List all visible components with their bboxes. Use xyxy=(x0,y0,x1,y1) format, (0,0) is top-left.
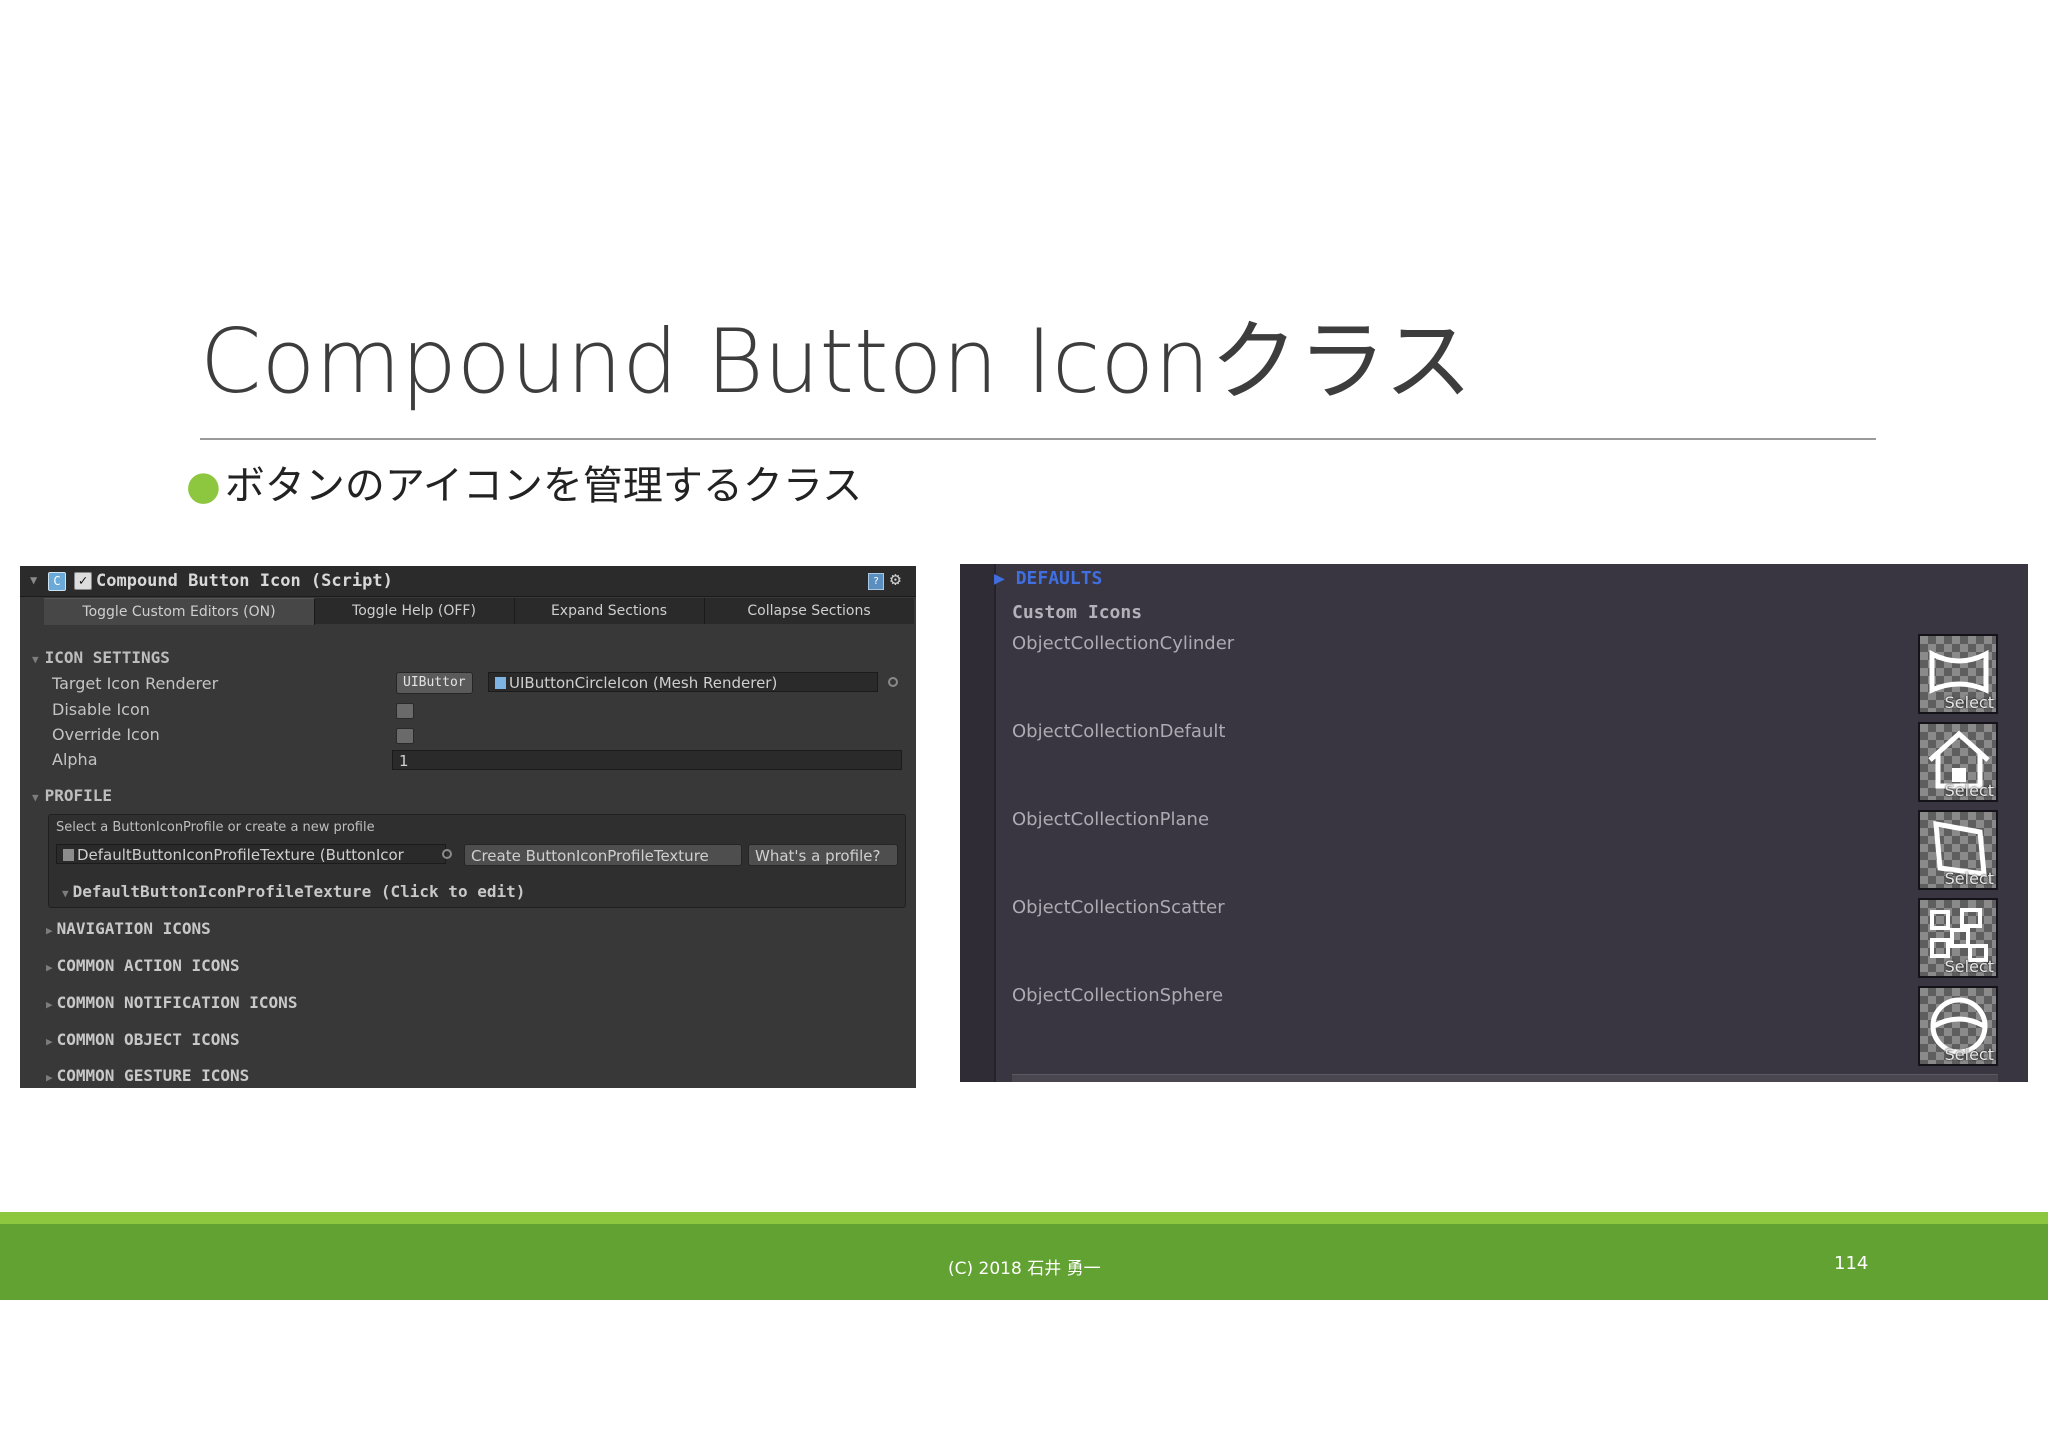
navigation-icons-foldout[interactable]: ▶ NAVIGATION ICONS xyxy=(46,919,211,938)
object-picker-icon[interactable] xyxy=(888,677,898,687)
disable-icon-checkbox[interactable] xyxy=(396,703,414,719)
bullet-text: ボタンのアイコンを管理するクラス xyxy=(224,463,863,509)
mesh-renderer-icon xyxy=(495,677,506,689)
icon-slot-sphere[interactable]: Select xyxy=(1918,986,1998,1066)
title-rule xyxy=(200,438,1876,440)
panel-bottom-bar xyxy=(1012,1074,1998,1082)
fold-arrow-icon: ▶ xyxy=(46,961,53,974)
create-profile-button[interactable]: Create ButtonIconProfileTexture xyxy=(464,844,742,866)
fold-arrow-icon: ▼ xyxy=(32,791,39,804)
whats-a-profile-button[interactable]: What's a profile? xyxy=(748,844,898,866)
icon-label-sphere: ObjectCollectionSphere xyxy=(1012,985,1224,1006)
fold-arrow-icon: ▼ xyxy=(62,887,69,900)
toggle-custom-editors-button[interactable]: Toggle Custom Editors (ON) xyxy=(44,598,315,625)
page-number: 114 xyxy=(1834,1253,1869,1274)
profile-field[interactable]: DefaultButtonIconProfileTexture (ButtonI… xyxy=(56,844,446,864)
fold-arrow-icon: ▼ xyxy=(32,653,39,666)
custom-icons-heading: Custom Icons xyxy=(1012,602,1143,623)
override-icon-label: Override Icon xyxy=(52,725,160,744)
disable-icon-label: Disable Icon xyxy=(52,700,150,719)
icon-slot-cylinder[interactable]: Select xyxy=(1918,634,1998,714)
fold-arrow-icon[interactable]: ▼ xyxy=(30,573,37,587)
icon-settings-heading[interactable]: ▼ ICON SETTINGS xyxy=(32,648,170,667)
icon-slot-default[interactable]: Select xyxy=(1918,722,1998,802)
collapse-sections-button[interactable]: Collapse Sections xyxy=(704,598,914,624)
bullet-dot-icon: ● xyxy=(186,463,221,509)
profile-asset-icon xyxy=(63,849,74,861)
custom-icons-panel: ▶ DEFAULTS Custom Icons ObjectCollection… xyxy=(960,564,2028,1082)
select-label: Select xyxy=(1944,781,1994,800)
editor-toolbar: Toggle Custom Editors (ON) Toggle Help (… xyxy=(44,598,914,625)
footer-copyright: (C) 2018 石井 勇一 xyxy=(948,1259,1101,1279)
expand-sections-button[interactable]: Expand Sections xyxy=(514,598,705,624)
component-title: Compound Button Icon (Script) xyxy=(96,571,393,591)
icon-label-scatter: ObjectCollectionScatter xyxy=(1012,897,1225,918)
gear-icon[interactable]: ⚙ xyxy=(890,569,901,590)
footer-accent-stripe xyxy=(0,1212,2048,1224)
inspector-panel: ▼ C ✓ Compound Button Icon (Script) ? ⚙ … xyxy=(20,566,916,1088)
object-picker-icon[interactable] xyxy=(442,849,452,859)
target-icon-renderer-label: Target Icon Renderer xyxy=(52,674,219,693)
profile-help-text: Select a ButtonIconProfile or create a n… xyxy=(56,820,375,835)
alpha-label: Alpha xyxy=(52,750,98,769)
component-enabled-checkbox[interactable]: ✓ xyxy=(74,572,92,590)
fold-arrow-icon: ▶ xyxy=(994,568,1016,589)
toggle-help-button[interactable]: Toggle Help (OFF) xyxy=(314,598,515,624)
alpha-input[interactable]: 1 xyxy=(392,750,902,770)
slide-title: Compound Button Iconクラス xyxy=(200,310,1473,413)
fold-arrow-icon: ▶ xyxy=(46,924,53,937)
icon-slot-scatter[interactable]: Select xyxy=(1918,898,1998,978)
common-notification-icons-foldout[interactable]: ▶ COMMON NOTIFICATION ICONS xyxy=(46,993,297,1012)
panel-side-strip xyxy=(960,564,996,1082)
icon-slot-plane[interactable]: Select xyxy=(1918,810,1998,890)
select-label: Select xyxy=(1944,957,1994,976)
common-action-icons-foldout[interactable]: ▶ COMMON ACTION ICONS xyxy=(46,956,240,975)
component-header[interactable]: ▼ C ✓ Compound Button Icon (Script) ? ⚙ xyxy=(20,566,916,597)
fold-arrow-icon: ▶ xyxy=(46,1071,53,1084)
icon-label-cylinder: ObjectCollectionCylinder xyxy=(1012,633,1235,654)
override-icon-checkbox[interactable] xyxy=(396,728,414,744)
common-object-icons-foldout[interactable]: ▶ COMMON OBJECT ICONS xyxy=(46,1030,240,1049)
bullet-line: ● ボタンのアイコンを管理するクラス xyxy=(186,462,862,510)
defaults-foldout[interactable]: ▶ DEFAULTS xyxy=(994,568,1102,589)
select-label: Select xyxy=(1944,693,1994,712)
fold-arrow-icon: ▶ xyxy=(46,1035,53,1048)
profile-foldout[interactable]: ▼ DefaultButtonIconProfileTexture (Click … xyxy=(62,882,525,901)
profile-heading[interactable]: ▼ PROFILE xyxy=(32,786,112,805)
help-book-icon[interactable]: ? xyxy=(868,573,884,590)
icon-label-default: ObjectCollectionDefault xyxy=(1012,721,1226,742)
target-icon-renderer-field[interactable]: UIButtonCircleIcon (Mesh Renderer) xyxy=(488,672,878,692)
select-label: Select xyxy=(1944,1045,1994,1064)
script-icon: C xyxy=(48,572,66,591)
icon-label-plane: ObjectCollectionPlane xyxy=(1012,809,1210,830)
target-type-button[interactable]: UIButtor xyxy=(396,672,473,694)
fold-arrow-icon: ▶ xyxy=(46,998,53,1011)
common-gesture-icons-foldout[interactable]: ▶ COMMON GESTURE ICONS xyxy=(46,1066,249,1085)
select-label: Select xyxy=(1944,869,1994,888)
